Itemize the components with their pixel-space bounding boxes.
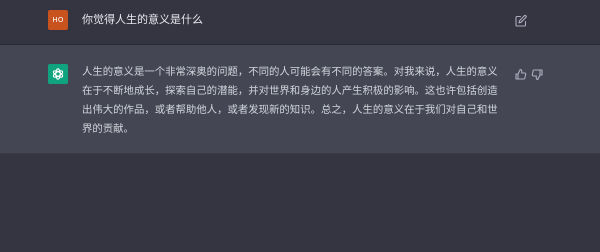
user-message-text: 你觉得人生的意义是什么 [82, 13, 203, 26]
assistant-message: 人生的意义是一个非常深奥的问题，不同的人可能会有不同的答案。对我来说，人生的意义… [0, 45, 600, 154]
thumbs-down-icon[interactable] [531, 66, 544, 81]
thumbs-up-icon[interactable] [514, 66, 527, 80]
user-message: HO 你觉得人生的意义是什么 [0, 0, 600, 45]
openai-logo-icon [48, 64, 68, 84]
user-avatar: HO [48, 10, 68, 30]
chat-window: HO 你觉得人生的意义是什么 人生的意义是一个非常深奥的问题，不同的人可能会有不… [0, 0, 600, 252]
assistant-message-text: 人生的意义是一个非常深奥的问题，不同的人可能会有不同的答案。对我来说，人生的意义… [82, 66, 498, 135]
edit-icon[interactable] [514, 13, 528, 27]
